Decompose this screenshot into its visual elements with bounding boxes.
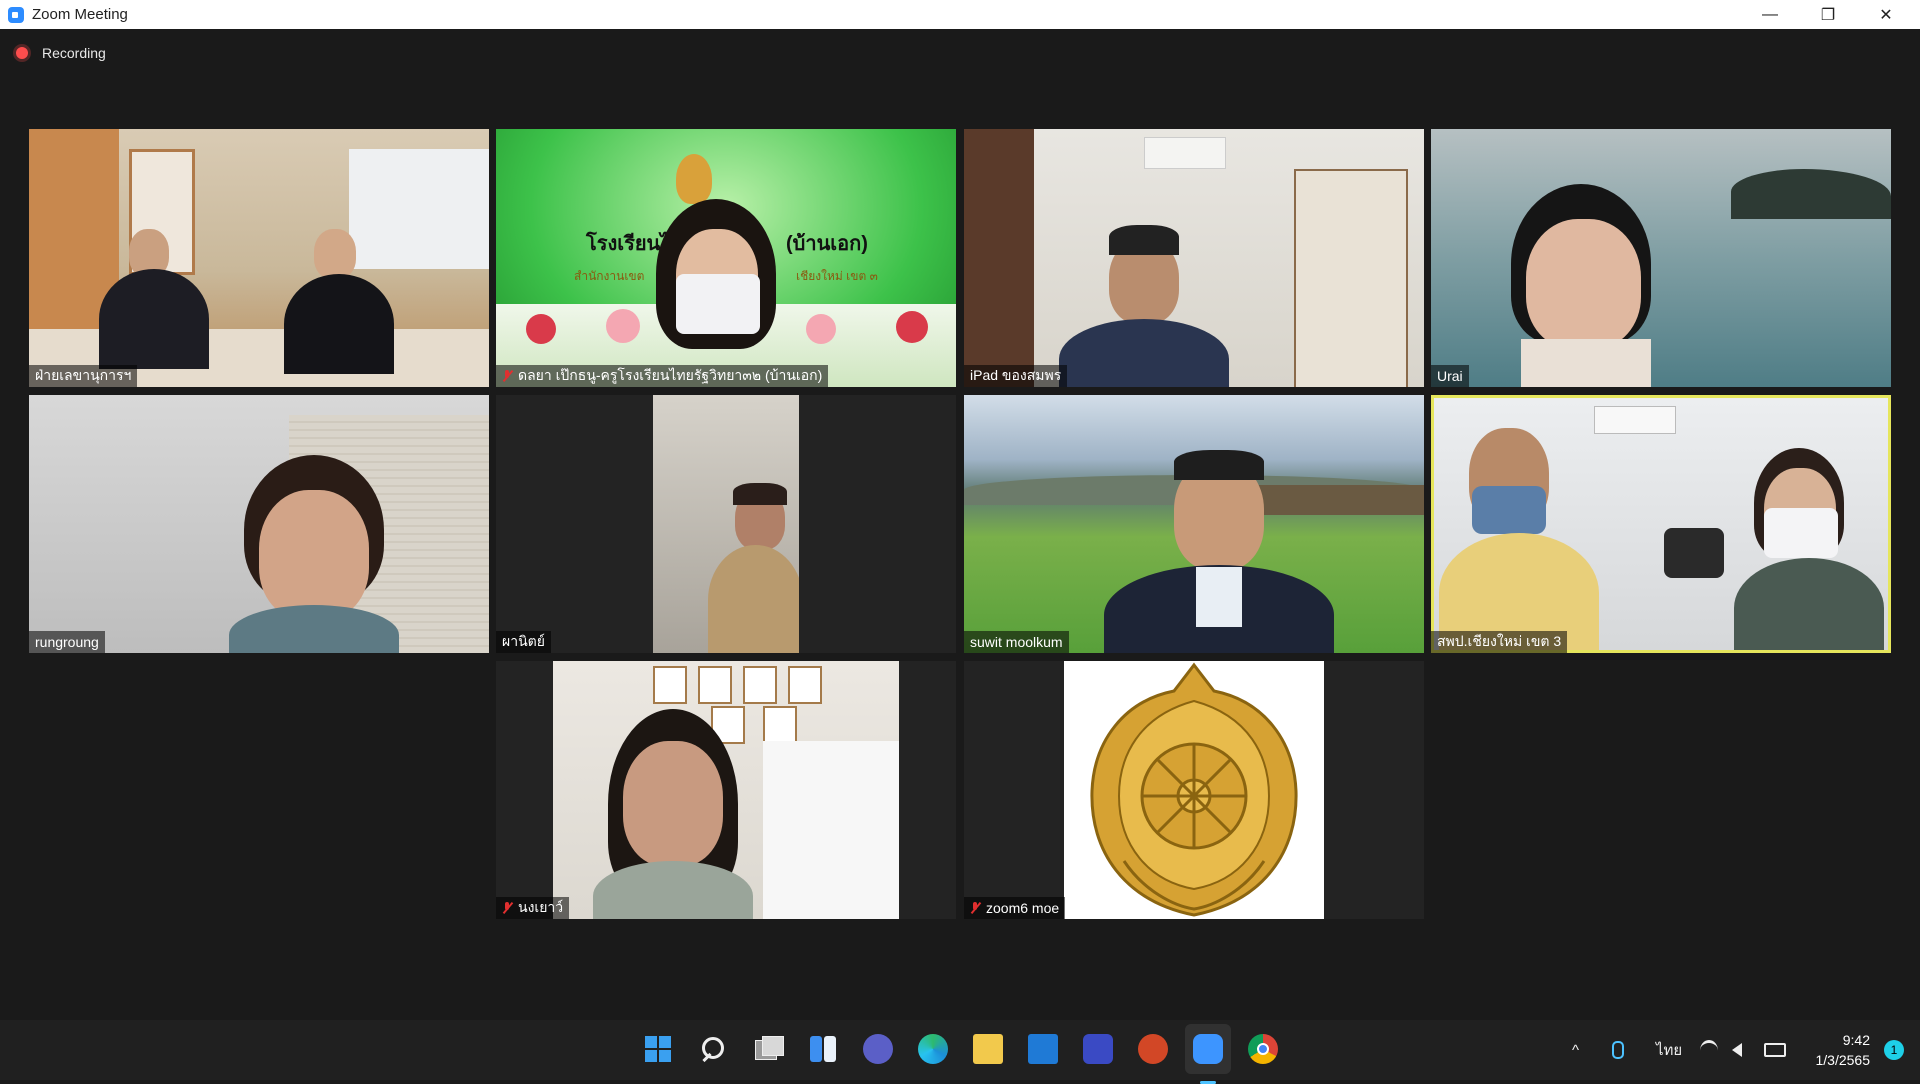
meeting-area: Recording ฝ่ายเลขานุการฯ โรงเรียนไ (บ้าน… bbox=[0, 29, 1920, 1020]
windows-start-icon[interactable] bbox=[643, 1034, 673, 1064]
video-feed: โรงเรียนไ (บ้านเอก) สำนักงานเขต เชียงใหม… bbox=[496, 129, 956, 387]
participant-name-label: สพป.เชียงใหม่ เขต 3 bbox=[1431, 631, 1568, 653]
participant-tile-active-speaker[interactable]: สพป.เชียงใหม่ เขต 3 bbox=[1431, 395, 1891, 653]
edge-icon[interactable] bbox=[918, 1034, 948, 1064]
participant-name-label: suwit moolkum bbox=[964, 631, 1069, 653]
window-title: Zoom Meeting bbox=[32, 6, 128, 23]
participant-tile[interactable]: นงเยาว์ bbox=[496, 661, 956, 919]
banner-subtitle-left: สำนักงานเขต bbox=[574, 269, 645, 283]
microphone-icon[interactable] bbox=[1612, 1020, 1624, 1080]
ministry-emblem-icon bbox=[1090, 662, 1298, 917]
participant-name-label: zoom6 moe bbox=[964, 897, 1066, 919]
clock-date: 1/3/2565 bbox=[1815, 1052, 1871, 1068]
recording-indicator[interactable]: Recording bbox=[16, 45, 106, 61]
video-feed bbox=[553, 661, 899, 919]
widgets-icon[interactable] bbox=[808, 1034, 838, 1064]
video-feed bbox=[964, 129, 1424, 387]
wifi-icon[interactable] bbox=[1700, 1020, 1718, 1080]
zoom-app-icon bbox=[8, 6, 24, 23]
muted-mic-icon bbox=[502, 369, 512, 383]
zoom-icon[interactable] bbox=[1185, 1024, 1231, 1084]
mail-icon[interactable] bbox=[1028, 1034, 1058, 1064]
close-button[interactable]: ✕ bbox=[1857, 0, 1915, 29]
video-feed bbox=[1064, 661, 1324, 919]
muted-mic-icon bbox=[502, 901, 512, 915]
video-feed bbox=[964, 395, 1424, 653]
video-feed bbox=[29, 395, 489, 653]
task-view-icon[interactable] bbox=[753, 1034, 784, 1064]
recording-label: Recording bbox=[42, 45, 106, 61]
participant-name-label: ผานิตย์ bbox=[496, 631, 551, 653]
participant-tile[interactable]: zoom6 moe bbox=[964, 661, 1424, 919]
battery-icon[interactable] bbox=[1764, 1020, 1786, 1080]
video-feed bbox=[29, 129, 489, 387]
recording-dot-icon bbox=[16, 47, 28, 59]
participant-tile[interactable]: โรงเรียนไ (บ้านเอก) สำนักงานเขต เชียงใหม… bbox=[496, 129, 956, 387]
notification-badge[interactable]: 1 bbox=[1884, 1040, 1904, 1060]
school-logo-icon bbox=[676, 154, 712, 204]
banner-subtitle-right: เชียงใหม่ เขต ๓ bbox=[796, 269, 878, 283]
participant-name-label: ดลยา เป๊กธนู-ครูโรงเรียนไทยรัฐวิทยา๓๒ (บ… bbox=[496, 365, 829, 387]
teams-chat-icon[interactable] bbox=[863, 1034, 893, 1064]
participant-name-label: Urai bbox=[1431, 365, 1469, 387]
app-icon[interactable] bbox=[1083, 1034, 1113, 1064]
input-language[interactable]: ไทย bbox=[1656, 1020, 1682, 1080]
participant-tile[interactable]: Urai bbox=[1431, 129, 1891, 387]
participant-name-label: นงเยาว์ bbox=[496, 897, 570, 919]
window-titlebar: Zoom Meeting — ❐ ✕ bbox=[0, 0, 1920, 29]
participant-tile[interactable]: ผานิตย์ bbox=[496, 395, 956, 653]
powerpoint-icon[interactable] bbox=[1138, 1034, 1168, 1064]
clock-time: 9:42 bbox=[1842, 1032, 1870, 1048]
minimize-button[interactable]: — bbox=[1741, 0, 1799, 29]
restore-button[interactable]: ❐ bbox=[1799, 0, 1857, 29]
participant-name-label: ฝ่ายเลขานุการฯ bbox=[29, 365, 138, 387]
tray-overflow-button[interactable]: ^ bbox=[1572, 1020, 1579, 1080]
chrome-icon[interactable] bbox=[1248, 1034, 1278, 1064]
taskbar-clock[interactable]: 9:42 1/3/2565 bbox=[1816, 1030, 1871, 1070]
participant-tile[interactable]: ฝ่ายเลขานุการฯ bbox=[29, 129, 489, 387]
banner-title-right: (บ้านเอก) bbox=[786, 233, 868, 255]
participant-name-label: rungroung bbox=[29, 631, 105, 653]
video-feed bbox=[1431, 129, 1891, 387]
video-feed bbox=[1434, 398, 1888, 650]
participant-tile[interactable]: iPad ของสมพร bbox=[964, 129, 1424, 387]
file-explorer-icon[interactable] bbox=[973, 1034, 1003, 1064]
search-icon[interactable] bbox=[698, 1034, 728, 1064]
participant-tile[interactable]: rungroung bbox=[29, 395, 489, 653]
participant-tile[interactable]: suwit moolkum bbox=[964, 395, 1424, 653]
windows-taskbar: ^ ไทย 9:42 1/3/2565 1 bbox=[0, 1020, 1920, 1084]
volume-icon[interactable] bbox=[1732, 1020, 1742, 1080]
muted-mic-icon bbox=[970, 901, 980, 915]
video-feed bbox=[653, 395, 799, 653]
participant-name-label: iPad ของสมพร bbox=[964, 365, 1068, 387]
